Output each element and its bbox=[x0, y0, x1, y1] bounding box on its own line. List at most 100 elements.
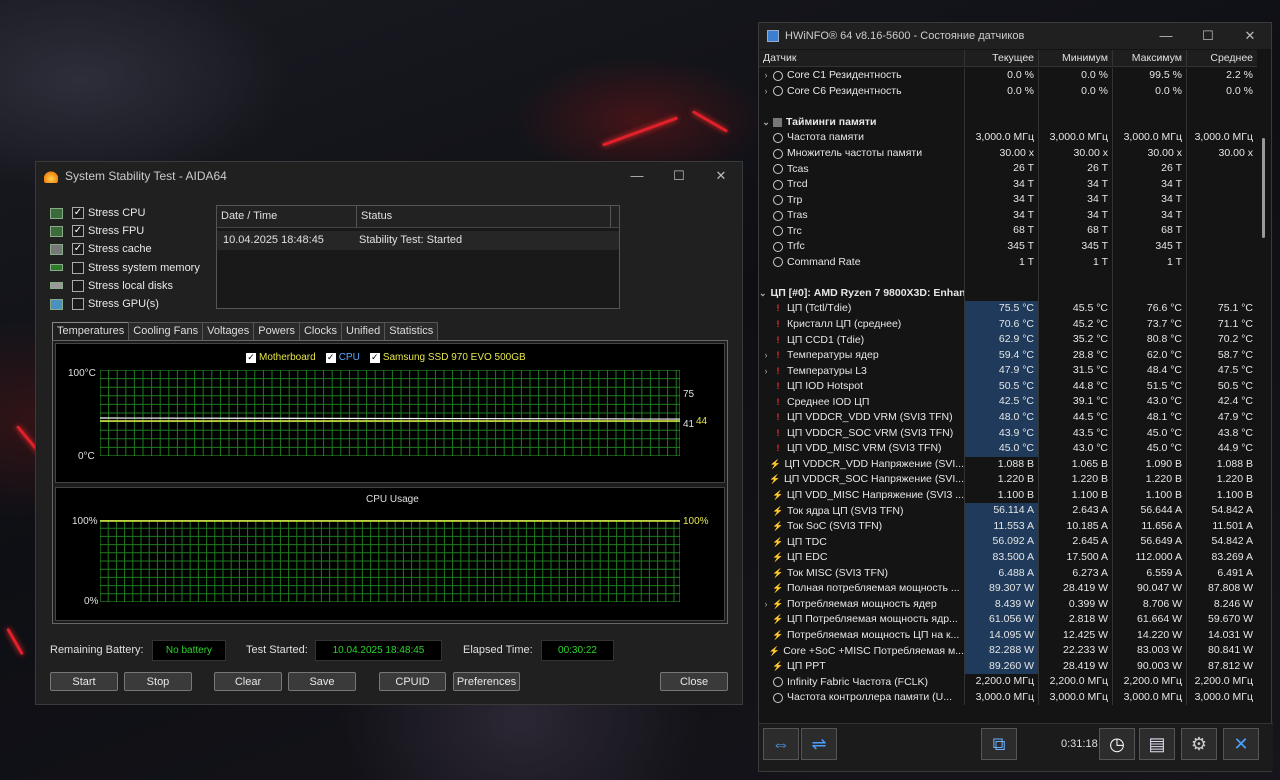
close-icon[interactable]: ✕ bbox=[700, 168, 742, 184]
sensor-row[interactable]: Tras 34 T 34 T 34 T bbox=[759, 207, 1257, 224]
sensor-row[interactable]: Частота памяти 3,000.0 МГц 3,000.0 МГц 3,00… bbox=[759, 130, 1257, 146]
sensor-row[interactable]: › ⚡ Потребляемая мощность ядер 8.439 W 0.399… bbox=[759, 596, 1257, 613]
tab-unified[interactable]: Unified bbox=[341, 322, 386, 340]
sensor-row[interactable]: ⚡ Ток SoC (SVI3 TFN) 11.553 A 10.185 A 11.65… bbox=[759, 518, 1257, 535]
tab-powers[interactable]: Powers bbox=[253, 322, 300, 340]
sensor-row[interactable]: ! Кристалл ЦП (среднее) 70.6 °C 45.2 °C 73.7… bbox=[759, 316, 1257, 333]
expand-chevron-icon[interactable]: › bbox=[759, 364, 773, 379]
column-sensor[interactable]: Датчик bbox=[759, 50, 965, 66]
stress-cpu-option[interactable]: ✓ Stress CPU bbox=[50, 204, 200, 222]
sensor-row[interactable]: › Core C1 Резидентность 0.0 % 0.0 % 99.5 % 2.… bbox=[759, 68, 1257, 84]
checkbox-icon[interactable]: ✓ bbox=[246, 352, 256, 363]
sensor-row[interactable]: ⚡ Потребляемая мощность ЦП на к... 14.095 … bbox=[759, 627, 1257, 644]
minimize-icon[interactable]: — bbox=[616, 168, 658, 184]
sensor-row[interactable]: Trfc 345 T 345 T 345 T bbox=[759, 239, 1257, 255]
column-status[interactable]: Status bbox=[357, 206, 611, 227]
sensor-row[interactable]: Infinity Fabric Частота (FCLK) 2,200.0 МГ… bbox=[759, 674, 1257, 690]
hwinfo-titlebar[interactable]: HWiNFO® 64 v8.16-5600 - Состояние датчик… bbox=[759, 23, 1271, 49]
sensor-row[interactable]: ⚡ Полная потребляемая мощность ... 89.307 … bbox=[759, 581, 1257, 597]
sensor-row[interactable]: ! ЦП VDDCR_SOC VRM (SVI3 TFN) 43.9 °C 43.5 … bbox=[759, 425, 1257, 442]
cpuid-button[interactable]: CPUID bbox=[379, 672, 446, 691]
sensor-row[interactable]: ! ЦП VDD_MISC VRM (SVI3 TFN) 45.0 °C 43.0 °… bbox=[759, 441, 1257, 457]
column-date-time[interactable]: Date / Time bbox=[217, 206, 357, 227]
stress-memory-option[interactable]: Stress system memory bbox=[50, 259, 200, 277]
sensor-group[interactable]: ⌄ ЦП [#0]: AMD Ryzen 7 9800X3D: Enhanced bbox=[759, 285, 1257, 302]
expand-arrows-icon[interactable]: ⇔ bbox=[763, 728, 799, 760]
sensor-row[interactable]: ! ЦП VDDCR_VDD VRM (SVI3 TFN) 48.0 °C 44.5 … bbox=[759, 410, 1257, 426]
expand-chevron-icon[interactable]: › bbox=[759, 597, 773, 612]
tab-temperatures[interactable]: Temperatures bbox=[52, 322, 130, 341]
tab-statistics[interactable]: Statistics bbox=[384, 322, 439, 340]
clear-button[interactable]: Clear bbox=[214, 672, 282, 691]
checkbox-icon[interactable]: ✓ bbox=[369, 352, 380, 363]
tab-cooling-fans[interactable]: Cooling Fans bbox=[128, 322, 204, 340]
column-max[interactable]: Максимум bbox=[1113, 50, 1187, 66]
sensor-row[interactable]: ⚡ ЦП VDD_MISC Напряжение (SVI3 ... 1.100 В… bbox=[759, 487, 1257, 504]
sensor-row[interactable]: Множитель частоты памяти 30.00 x 30.00 x 30… bbox=[759, 145, 1257, 162]
checkbox[interactable] bbox=[72, 298, 84, 311]
checkbox[interactable]: ✓ bbox=[72, 243, 84, 256]
sensor-row[interactable]: Trc 68 T 68 T 68 T bbox=[759, 223, 1257, 240]
sensor-row[interactable]: ⚡ ЦП TDC 56.092 A 2.645 A 56.649 A 54.842 A bbox=[759, 534, 1257, 550]
sensor-row[interactable]: ⚡ Core +SoC +MISC Потребляемая м... 82.288… bbox=[759, 643, 1257, 659]
legend-motherboard[interactable]: ✓ Motherboard bbox=[246, 352, 316, 363]
maximize-icon[interactable]: ☐ bbox=[658, 168, 700, 184]
stress-cache-option[interactable]: ✓ Stress cache bbox=[50, 240, 200, 258]
sensor-row[interactable]: ⚡ ЦП Потребляемая мощность ядр... 61.056 W… bbox=[759, 612, 1257, 628]
close-icon[interactable]: ✕ bbox=[1229, 28, 1271, 44]
sensor-row[interactable]: ›! Температуры ядер 59.4 °C 28.8 °C 62.0 °C 5… bbox=[759, 347, 1257, 364]
sensor-row[interactable]: › Core C6 Резидентность 0.0 % 0.0 % 0.0 % 0.0… bbox=[759, 83, 1257, 100]
tab-voltages[interactable]: Voltages bbox=[202, 322, 255, 340]
sensor-row[interactable]: Trp 34 T 34 T 34 T bbox=[759, 192, 1257, 208]
expand-chevron-icon[interactable]: › bbox=[759, 348, 773, 363]
sensor-row[interactable]: ⚡ Ток MISC (SVI3 TFN) 6.488 A 6.273 A 6.559 … bbox=[759, 565, 1257, 582]
sensor-row[interactable]: ⚡ Ток ядра ЦП (SVI3 TFN) 56.114 A 2.643 A 56… bbox=[759, 503, 1257, 519]
sensor-row[interactable]: Частота контроллера памяти (U... 3,000.0 … bbox=[759, 689, 1257, 706]
status-log[interactable]: Date / Time Status 10.04.2025 18:48:45 S… bbox=[216, 205, 620, 309]
sensor-row[interactable]: ! ЦП (Tctl/Tdie) 75.5 °C 45.5 °C 76.6 °C 75.1… bbox=[759, 301, 1257, 317]
tab-clocks[interactable]: Clocks bbox=[298, 322, 342, 340]
stress-gpu-option[interactable]: Stress GPU(s) bbox=[50, 295, 200, 313]
sensor-row[interactable]: Command Rate 1 T1 T1 T bbox=[759, 254, 1257, 271]
sensor-row[interactable]: ! Среднее IOD ЦП 42.5 °C 39.1 °C 43.0 °C 42.4… bbox=[759, 394, 1257, 411]
expand-chevron-icon[interactable]: › bbox=[759, 84, 773, 99]
save-button[interactable]: Save bbox=[288, 672, 356, 691]
stress-disks-option[interactable]: Stress local disks bbox=[50, 277, 200, 295]
checkbox[interactable] bbox=[72, 279, 84, 292]
gear-icon[interactable]: ⚙ bbox=[1181, 728, 1217, 760]
scrollbar-thumb[interactable] bbox=[1262, 138, 1265, 238]
checkbox[interactable] bbox=[72, 261, 84, 274]
expand-chevron-icon[interactable]: › bbox=[759, 68, 773, 83]
close-button[interactable]: Close bbox=[660, 672, 728, 691]
column-min[interactable]: Минимум bbox=[1039, 50, 1113, 66]
minimize-icon[interactable]: — bbox=[1145, 28, 1187, 44]
close-x-icon[interactable]: ✕ bbox=[1223, 728, 1259, 760]
collapse-chevron-icon[interactable]: ⌄ bbox=[759, 115, 773, 130]
sensor-row[interactable]: Tcas 26 T 26 T 26 T bbox=[759, 161, 1257, 177]
checkbox[interactable]: ✓ bbox=[72, 225, 84, 238]
sensor-row[interactable]: ⚡ ЦП VDDCR_VDD Напряжение (SVI... 1.088 В1… bbox=[759, 456, 1257, 473]
log-row[interactable]: 10.04.2025 18:48:45 Stability Test: Star… bbox=[217, 231, 619, 250]
sensor-row[interactable]: ⚡ ЦП VDDCR_SOC Напряжение (SVI... 1.220 В1… bbox=[759, 472, 1257, 488]
preferences-button[interactable]: Preferences bbox=[453, 672, 520, 691]
collapse-arrows-icon[interactable]: ⇌ bbox=[801, 728, 837, 760]
legend-cpu[interactable]: ✓ CPU bbox=[325, 352, 360, 363]
report-icon[interactable]: ▤ bbox=[1139, 728, 1175, 760]
sensor-row[interactable]: ! ЦП CCD1 (Tdie) 62.9 °C 35.2 °C 80.8 °C 70.2… bbox=[759, 332, 1257, 348]
sensor-row[interactable]: ⚡ ЦП EDC 83.500 A 17.500 A 112.000 A 83.269 A bbox=[759, 549, 1257, 566]
legend-ssd[interactable]: ✓ Samsung SSD 970 EVO 500GB bbox=[369, 352, 526, 363]
sensor-group[interactable]: ⌄ Тайминги памяти bbox=[759, 114, 1257, 131]
checkbox[interactable]: ✓ bbox=[72, 207, 84, 220]
column-current[interactable]: Текущее bbox=[965, 50, 1039, 66]
sensor-row[interactable]: ›! Температуры L3 47.9 °C 31.5 °C 48.4 °C 47.… bbox=[759, 363, 1257, 379]
aida-titlebar[interactable]: System Stability Test - AIDA64 — ☐ ✕ bbox=[36, 162, 742, 190]
stress-fpu-option[interactable]: ✓ Stress FPU bbox=[50, 222, 200, 240]
aida-window[interactable]: System Stability Test - AIDA64 — ☐ ✕ ✓ St… bbox=[35, 161, 743, 705]
stop-button[interactable]: Stop bbox=[124, 672, 192, 691]
collapse-chevron-icon[interactable]: ⌄ bbox=[759, 286, 767, 301]
checkbox-icon[interactable]: ✓ bbox=[325, 352, 336, 363]
column-avg[interactable]: Среднее bbox=[1187, 50, 1257, 66]
network-icon[interactable]: ⧉ bbox=[981, 728, 1017, 760]
sensor-row[interactable]: Trcd 34 T 34 T 34 T bbox=[759, 176, 1257, 193]
clock-icon[interactable]: ◷ bbox=[1099, 728, 1135, 760]
